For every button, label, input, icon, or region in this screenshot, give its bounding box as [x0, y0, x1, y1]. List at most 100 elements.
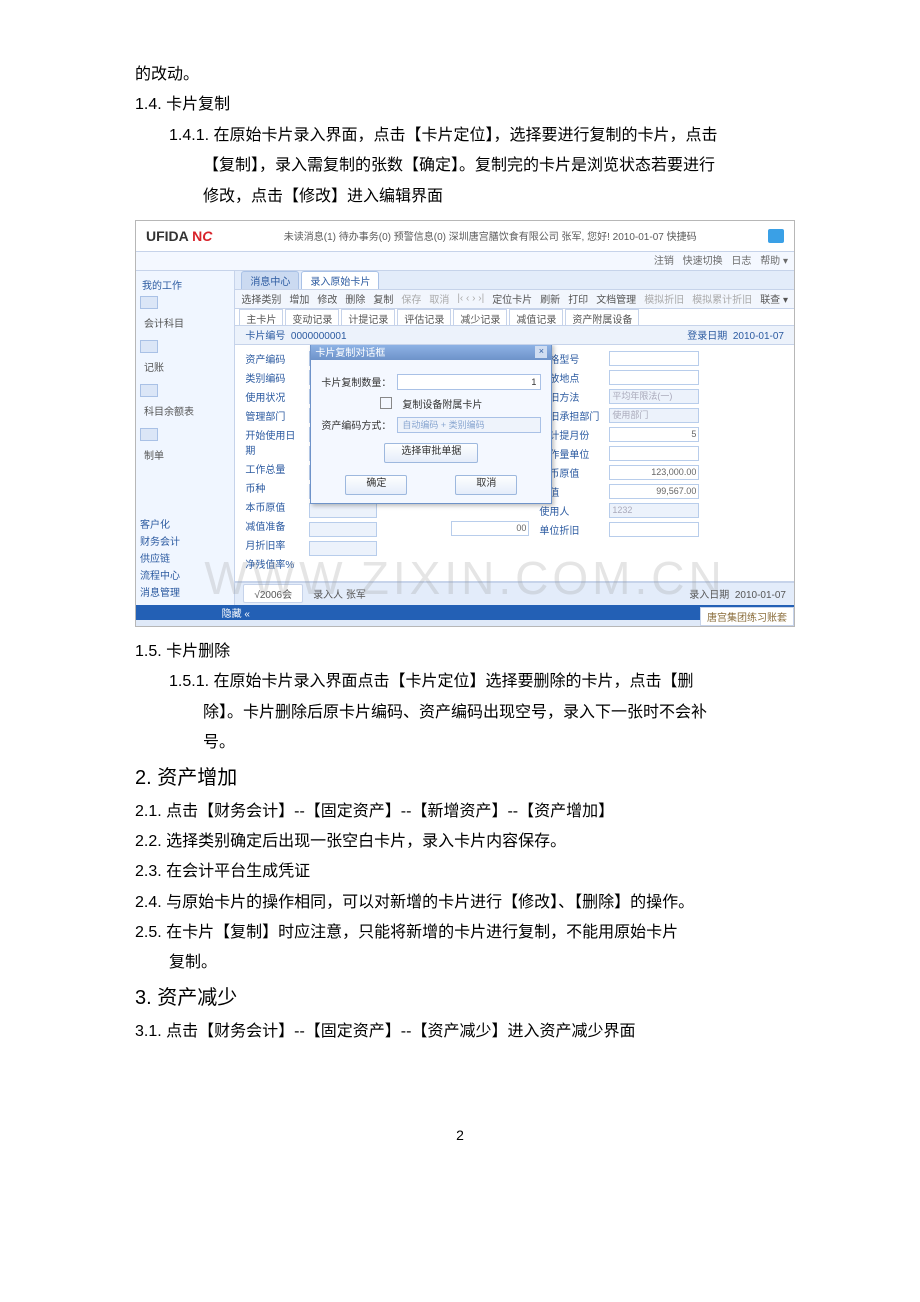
tb-select-type[interactable]: 选择类别	[241, 291, 281, 306]
app-screenshot: UFIDA NC 未读消息(1) 待办事务(0) 预警信息(0) 深圳唐宫膳饮食…	[135, 220, 795, 627]
sec-2-2: 2.2. 选择类别确定后出现一张空白卡片，录入卡片内容保存。	[135, 827, 790, 857]
footer-date-label: 录入日期	[689, 590, 729, 601]
title-bar: UFIDA NC 未读消息(1) 待办事务(0) 预警信息(0) 深圳唐宫膳饮食…	[136, 221, 794, 252]
dlg-select-approval[interactable]: 选择审批单据	[384, 443, 478, 463]
val-spec[interactable]	[609, 351, 699, 366]
tb-locate[interactable]: 定位卡片	[492, 291, 532, 306]
dlg-label-mode: 资产编码方式：	[321, 417, 391, 432]
tb-add[interactable]: 增加	[289, 291, 309, 306]
card-form: 资产编码 类别编码 使用状况 管理部门 开始使用日期 工作总量 币种 本币原值 …	[235, 344, 794, 582]
val-net-value[interactable]: 99,567.00	[609, 484, 699, 499]
tb-delete[interactable]: 删除	[345, 291, 365, 306]
val-months[interactable]: 5	[609, 427, 699, 442]
val-work-unit[interactable]	[609, 446, 699, 461]
link-help[interactable]: 帮助 ▾	[760, 252, 788, 267]
sec-1-5-1c: 号。	[135, 728, 790, 758]
link-log[interactable]: 日志	[731, 252, 751, 267]
sidebar-hide[interactable]: 隐藏 «	[136, 605, 256, 620]
val-mid-00c[interactable]: 00	[451, 521, 529, 536]
card-no-label: 卡片编号	[245, 331, 285, 342]
tb-print[interactable]: 打印	[568, 291, 588, 306]
sec-1-4-1b: 【复制】，录入需复制的张数【确定】。复制完的卡片是浏览状态若要进行	[135, 151, 790, 181]
tab-inputcard[interactable]: 录入原始卡片	[301, 271, 379, 289]
heading-3: 3. 资产减少	[135, 979, 790, 1017]
lbl-mgmt-dept: 管理部门	[245, 408, 299, 423]
tb-simacc: 模拟累计折旧	[692, 291, 752, 306]
tb-simdep: 模拟折旧	[644, 291, 684, 306]
card-header: 卡片编号 0000000001 登录日期 2010-01-07	[235, 326, 794, 344]
val-unit-dep[interactable]	[609, 522, 699, 537]
subtab-main[interactable]: 主卡片	[239, 309, 283, 325]
subtab-eval[interactable]: 评估记录	[397, 309, 451, 325]
app-logo: UFIDA NC	[146, 228, 212, 244]
lbl-month-dep: 月折旧率	[245, 537, 299, 552]
val-dep-method[interactable]: 平均年限法(一)	[609, 389, 699, 404]
link-switch[interactable]: 快速切换	[683, 252, 723, 267]
side-lczx[interactable]: 流程中心	[140, 567, 230, 582]
val-dep-dept[interactable]: 使用部门	[609, 408, 699, 423]
subtab-reduce[interactable]: 减少记录	[453, 309, 507, 325]
subtab-change[interactable]: 变动记录	[285, 309, 339, 325]
val-orig-value[interactable]: 123,000.00	[609, 465, 699, 480]
tb-save: 保存	[401, 291, 421, 306]
cancel-button[interactable]: 取消	[455, 475, 517, 495]
sec-1-5: 1.5. 卡片删除	[135, 637, 790, 667]
lbl-currency: 币种	[245, 480, 299, 495]
sec-1-4-1c: 修改，点击【修改】进入编辑界面	[135, 182, 790, 212]
val-location[interactable]	[609, 370, 699, 385]
side-jz[interactable]: 记账	[144, 359, 230, 374]
val-user[interactable]: 1232	[609, 503, 699, 518]
card-no-value: 0000000001	[291, 331, 347, 342]
side-icon	[140, 340, 158, 353]
dlg-input-count[interactable]: 1	[397, 374, 541, 390]
val-salvage[interactable]	[309, 541, 377, 556]
lbl-local-orig: 本币原值	[245, 499, 299, 514]
sec-2-5a: 2.5. 在卡片【复制】时应注意，只能将新增的卡片进行复制，不能用原始卡片	[135, 918, 790, 948]
side-zd[interactable]: 制单	[144, 447, 230, 462]
dlg-chk-label: 复制设备附属卡片	[402, 396, 482, 411]
page-number: 2	[0, 1127, 920, 1143]
side-khh[interactable]: 客户化	[140, 516, 230, 531]
side-gyl[interactable]: 供应链	[140, 550, 230, 565]
footer-entry-user: 录入人 张军	[303, 586, 689, 601]
sec-1-4-1a: 1.4.1. 在原始卡片录入界面，点击【卡片定位】，选择要进行复制的卡片，点击	[135, 121, 790, 151]
dialog-titlebar: 卡片复制对话框 ×	[311, 344, 551, 360]
logo-slash: C	[202, 228, 212, 244]
side-kjkm[interactable]: 会计科目	[144, 315, 230, 330]
side-kmye[interactable]: 科目余额表	[144, 403, 230, 418]
sub-tabs: 主卡片 变动记录 计提记录 评估记录 减少记录 减值记录 资产附属设备	[235, 309, 794, 326]
subtab-attach[interactable]: 资产附属设备	[565, 309, 639, 325]
lbl-start-date: 开始使用日期	[245, 427, 299, 457]
side-mywork[interactable]: 我的工作	[142, 277, 230, 292]
val-month-dep[interactable]	[309, 522, 377, 537]
close-icon[interactable]: ×	[535, 346, 547, 358]
tab-msgcenter[interactable]: 消息中心	[241, 271, 299, 289]
heading-2: 2. 资产增加	[135, 759, 790, 797]
main-area: 消息中心 录入原始卡片 选择类别 增加 修改 删除 复制 保存 取消 |‹ ‹ …	[235, 271, 794, 605]
tb-lookup[interactable]: 联查 ▾	[760, 291, 788, 306]
sec-1-5-1a: 1.5.1. 在原始卡片录入界面点击【卡片定位】选择要删除的卡片，点击【删	[135, 667, 790, 697]
logo-text: UFIDA	[146, 228, 192, 244]
sidebar: 我的工作 会计科目 记账 科目余额表 制单 客户化 财务会计 供应链 流程中心 …	[136, 271, 235, 605]
sec-2-1: 2.1. 点击【财务会计】--【固定资产】--【新增资产】--【资产增加】	[135, 797, 790, 827]
link-logout[interactable]: 注销	[654, 252, 674, 267]
tb-copy[interactable]: 复制	[373, 291, 393, 306]
side-cwkj[interactable]: 财务会计	[140, 533, 230, 548]
tb-refresh[interactable]: 刷新	[540, 291, 560, 306]
checkbox-icon[interactable]	[380, 397, 392, 409]
form-col1-labels: 资产编码 类别编码 使用状况 管理部门 开始使用日期 工作总量 币种 本币原值 …	[245, 351, 299, 571]
subtab-impair[interactable]: 减值记录	[509, 309, 563, 325]
tb-edit[interactable]: 修改	[317, 291, 337, 306]
dlg-label-count: 卡片复制数量：	[321, 374, 391, 389]
dlg-select-mode[interactable]: 自动编码 + 类别编码	[397, 417, 541, 433]
title-right-icon[interactable]	[768, 229, 784, 243]
subtab-accrue[interactable]: 计提记录	[341, 309, 395, 325]
val-impair-res[interactable]	[309, 503, 377, 518]
side-xxgl[interactable]: 消息管理	[140, 584, 230, 599]
toolbar: 选择类别 增加 修改 删除 复制 保存 取消 |‹ ‹ › ›| 定位卡片 刷新…	[235, 290, 794, 309]
footer-org-tab[interactable]: √2006会	[243, 584, 303, 603]
para-prev-cont: 的改动。	[135, 60, 790, 90]
lbl-impair-res: 减值准备	[245, 518, 299, 533]
ok-button[interactable]: 确定	[345, 475, 407, 495]
tb-docmgr[interactable]: 文档管理	[596, 291, 636, 306]
